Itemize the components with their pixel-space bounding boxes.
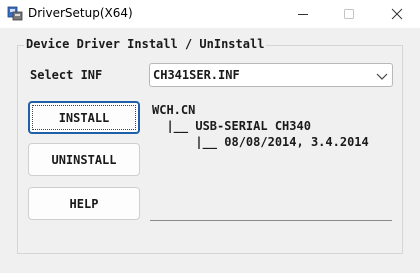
uninstall-button[interactable]: UNINSTALL xyxy=(28,143,140,176)
driver-info-panel: WCH.CN |__ USB-SERIAL CH340 |__ 08/08/20… xyxy=(150,100,392,221)
minimize-icon xyxy=(298,14,308,15)
minimize-button[interactable] xyxy=(280,0,326,28)
title-bar[interactable]: DriverSetup(X64) xyxy=(0,0,420,28)
close-icon xyxy=(391,8,403,20)
group-label: Device Driver Install / UnInstall xyxy=(24,37,267,51)
window-title: DriverSetup(X64) xyxy=(28,6,133,20)
maximize-button[interactable] xyxy=(326,0,372,28)
maximize-icon xyxy=(344,9,354,19)
close-button[interactable] xyxy=(374,0,420,28)
info-version-line: |__ 08/08/2014, 3.4.2014 xyxy=(152,135,369,149)
help-button[interactable]: HELP xyxy=(28,187,140,220)
driver-setup-window: DriverSetup(X64) Device Driver Install /… xyxy=(0,0,420,273)
select-inf-label: Select INF xyxy=(30,68,103,82)
info-device-line: |__ USB-SERIAL CH340 xyxy=(152,119,311,133)
inf-dropdown[interactable]: CH341SER.INF xyxy=(149,63,393,87)
info-vendor-line: WCH.CN xyxy=(152,103,196,117)
chevron-down-icon[interactable] xyxy=(375,68,389,82)
install-button[interactable]: INSTALL xyxy=(28,101,140,134)
driver-setup-icon xyxy=(7,5,23,21)
inf-dropdown-value: CH341SER.INF xyxy=(153,68,240,82)
